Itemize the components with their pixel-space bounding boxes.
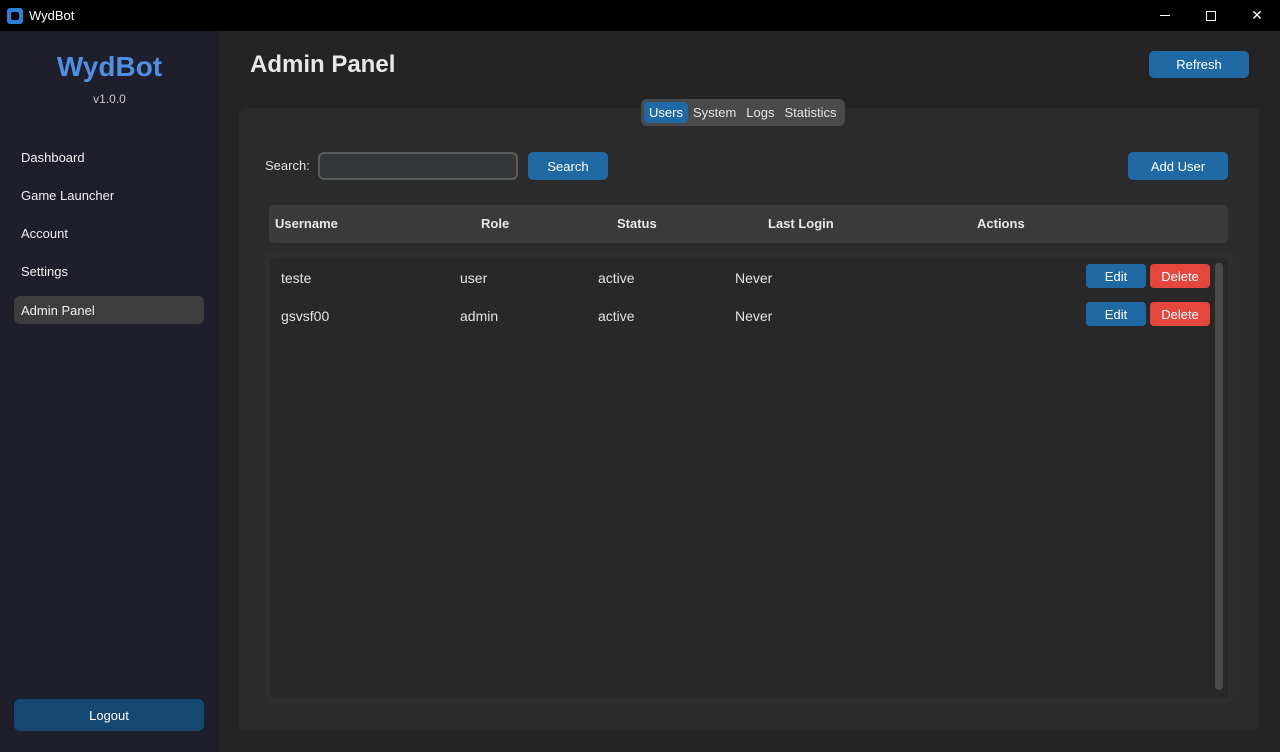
tab-statistics[interactable]: Statistics bbox=[780, 102, 842, 123]
search-input[interactable] bbox=[318, 152, 518, 180]
close-icon[interactable]: ✕ bbox=[1234, 0, 1280, 31]
sidebar-item-settings[interactable]: Settings bbox=[14, 257, 204, 285]
tab-logs[interactable]: Logs bbox=[741, 102, 779, 123]
logout-button[interactable]: Logout bbox=[14, 699, 204, 731]
cell-last-login: Never bbox=[735, 308, 773, 324]
cell-role: admin bbox=[460, 308, 499, 324]
column-header-status: Status bbox=[617, 216, 657, 231]
cell-username: teste bbox=[281, 270, 312, 286]
sidebar-item-dashboard[interactable]: Dashboard bbox=[14, 143, 204, 171]
sidebar-item-game-launcher[interactable]: Game Launcher bbox=[14, 181, 204, 209]
sidebar: WydBot v1.0.0 Dashboard Game Launcher Ac… bbox=[0, 31, 219, 752]
column-header-actions: Actions bbox=[977, 216, 1025, 231]
sidebar-item-admin-panel[interactable]: Admin Panel bbox=[14, 296, 204, 324]
add-user-button[interactable]: Add User bbox=[1128, 152, 1228, 180]
table-header: Username Role Status Last Login Actions bbox=[269, 205, 1228, 243]
cell-status: active bbox=[598, 270, 635, 286]
delete-user-button[interactable]: Delete bbox=[1150, 264, 1210, 288]
app-version: v1.0.0 bbox=[93, 92, 126, 106]
page-title: Admin Panel bbox=[250, 51, 396, 78]
minimize-icon[interactable] bbox=[1142, 0, 1188, 31]
search-button[interactable]: Search bbox=[528, 152, 608, 180]
cell-last-login: Never bbox=[735, 270, 773, 286]
table-row: teste user active Never Edit Delete bbox=[270, 264, 1210, 292]
tab-system[interactable]: System bbox=[688, 102, 741, 123]
sidebar-item-account[interactable]: Account bbox=[14, 219, 204, 247]
column-header-role: Role bbox=[481, 216, 510, 231]
users-table-scroll-area: teste user active Never Edit Delete gsvs… bbox=[270, 258, 1228, 698]
window-controls: ✕ bbox=[1142, 0, 1280, 31]
cell-username: gsvsf00 bbox=[281, 308, 330, 324]
app-icon bbox=[7, 7, 23, 24]
delete-user-button[interactable]: Delete bbox=[1150, 302, 1210, 326]
window-title: WydBot bbox=[29, 8, 75, 23]
edit-user-button[interactable]: Edit bbox=[1086, 264, 1146, 288]
users-table: teste user active Never Edit Delete gsvs… bbox=[265, 253, 1233, 703]
tab-users[interactable]: Users bbox=[644, 102, 688, 123]
maximize-icon[interactable] bbox=[1188, 0, 1234, 31]
app-logo: WydBot bbox=[56, 51, 163, 82]
table-scrollbar[interactable] bbox=[1215, 263, 1223, 690]
table-row: gsvsf00 admin active Never Edit Delete bbox=[270, 302, 1210, 330]
tab-bar: Users System Logs Statistics bbox=[641, 99, 845, 126]
cell-role: user bbox=[460, 270, 488, 286]
edit-user-button[interactable]: Edit bbox=[1086, 302, 1146, 326]
column-header-last-login: Last Login bbox=[768, 216, 834, 231]
cell-status: active bbox=[598, 308, 635, 324]
window-titlebar: WydBot ✕ bbox=[0, 0, 1280, 31]
refresh-button[interactable]: Refresh bbox=[1149, 51, 1249, 78]
search-label: Search: bbox=[265, 158, 310, 173]
column-header-username: Username bbox=[275, 216, 338, 231]
